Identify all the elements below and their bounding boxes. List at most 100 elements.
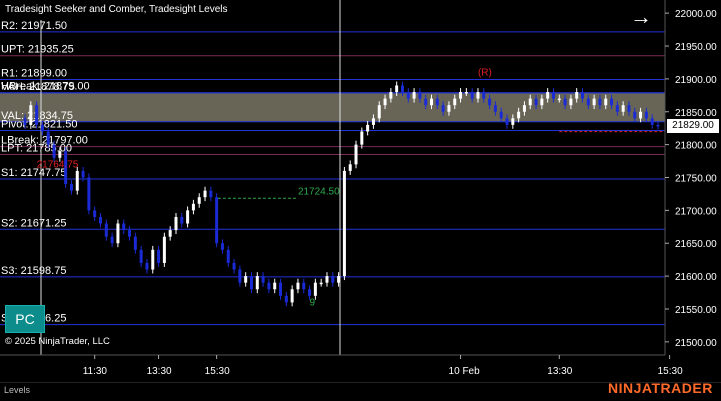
candle-body	[133, 236, 137, 250]
tab-levels[interactable]: Levels	[4, 385, 30, 395]
level-label: S3: 21598.75	[1, 265, 66, 277]
candle-body	[354, 144, 358, 165]
candle-body	[430, 98, 434, 106]
pc-button[interactable]: PC	[5, 305, 45, 333]
candle-body	[139, 249, 143, 263]
candle-body	[110, 236, 114, 244]
candle-body	[505, 118, 509, 125]
candle-body	[644, 111, 648, 119]
chart-annotation: 21764.75	[37, 160, 79, 171]
candle-body	[621, 105, 625, 112]
candle-body	[46, 131, 50, 145]
candle-body	[52, 144, 56, 158]
candle-body	[488, 98, 492, 106]
candle-body	[93, 210, 97, 217]
y-tick-label: 21800.00	[675, 141, 717, 152]
forward-arrow-icon[interactable]: →	[630, 6, 652, 28]
y-tick-label: 21750.00	[675, 174, 717, 185]
chart-annotation: 21724.50	[298, 186, 340, 197]
candle-body	[499, 111, 503, 119]
level-label: UPT: 21935.25	[1, 44, 74, 56]
chart-title: Tradesight Seeker and Comber, Tradesight…	[5, 4, 228, 15]
candle-body	[168, 230, 172, 237]
x-tick-label: 10 Feb	[449, 366, 481, 377]
candle-body	[551, 92, 555, 99]
candle-body	[267, 282, 271, 290]
chart-annotation: (R)	[478, 68, 492, 79]
candle-body	[337, 276, 341, 283]
candle-body	[511, 118, 515, 125]
candle-body	[650, 118, 654, 125]
candle-body	[627, 105, 631, 112]
copyright-text: © 2025 NinjaTrader, LLC	[5, 336, 110, 347]
candle-body	[197, 197, 201, 204]
candle-body	[58, 151, 62, 158]
candle-body	[319, 282, 323, 285]
y-tick-label: 21600.00	[675, 272, 717, 283]
candle-body	[116, 223, 120, 244]
y-tick-label: 21850.00	[675, 108, 717, 119]
candle-body	[435, 98, 439, 106]
candle-body	[604, 98, 608, 106]
candle-body	[633, 111, 637, 119]
candle-body	[470, 92, 474, 99]
candle-body	[98, 216, 102, 224]
level-label: R2: 21971.50	[1, 20, 67, 32]
level-label: HBreak: 21879.00	[1, 81, 90, 93]
candle-body	[122, 223, 126, 231]
candle-body	[575, 92, 579, 99]
candle-body	[29, 105, 33, 125]
candle-body	[174, 216, 178, 231]
candle-body	[180, 216, 184, 224]
candle-body	[273, 282, 277, 290]
candle-body	[360, 131, 364, 145]
candle-body	[493, 105, 497, 112]
candle-body	[581, 92, 585, 99]
candle-body	[40, 124, 44, 132]
chart-area[interactable]: R2: 21971.50 UPT: 21935.25 R1: 21899.00 VAH…	[0, 0, 721, 401]
candle-body	[162, 236, 166, 263]
candle-body	[69, 184, 73, 191]
y-tick-label: 21900.00	[675, 75, 717, 86]
candle-body	[615, 105, 619, 112]
candle-body	[261, 276, 265, 283]
candle-body	[215, 197, 219, 244]
y-tick-label: 21550.00	[675, 305, 717, 316]
candle-body	[104, 223, 108, 237]
y-tick-label: 21950.00	[675, 42, 717, 53]
candle-body	[232, 262, 236, 270]
candle-body	[406, 92, 410, 99]
candle-body	[656, 124, 660, 127]
candle-body	[128, 230, 132, 237]
candle-body	[87, 177, 91, 211]
level-label: Pivot: 21821.50	[1, 118, 77, 130]
candle-body	[308, 289, 312, 296]
level-label: R1: 21899.00	[1, 68, 67, 80]
candle-body	[592, 98, 596, 106]
y-tick-label: 21650.00	[675, 239, 717, 250]
candle-body	[348, 164, 352, 171]
candle-body	[191, 203, 195, 211]
candle-body	[238, 269, 242, 283]
candle-body	[522, 105, 526, 112]
candle-body	[453, 98, 457, 106]
candle-body	[325, 276, 329, 283]
candle-body	[598, 98, 602, 106]
ninjatrader-logo: NINJATRADER	[608, 380, 713, 396]
candle-body	[586, 98, 590, 106]
candle-body	[540, 98, 544, 106]
candle-body	[610, 98, 614, 106]
candle-body	[244, 276, 248, 283]
candle-body	[557, 98, 561, 101]
candle-body	[476, 92, 480, 99]
x-tick-label: 15:30	[205, 366, 230, 377]
candle-body	[331, 276, 335, 283]
candle-body	[412, 92, 416, 99]
candle-body	[395, 85, 399, 93]
candle-body	[249, 276, 253, 290]
candle-body	[517, 111, 521, 119]
candle-body	[342, 170, 346, 277]
candle-body	[226, 249, 230, 263]
candle-body	[23, 118, 27, 125]
candle-body	[255, 276, 259, 290]
